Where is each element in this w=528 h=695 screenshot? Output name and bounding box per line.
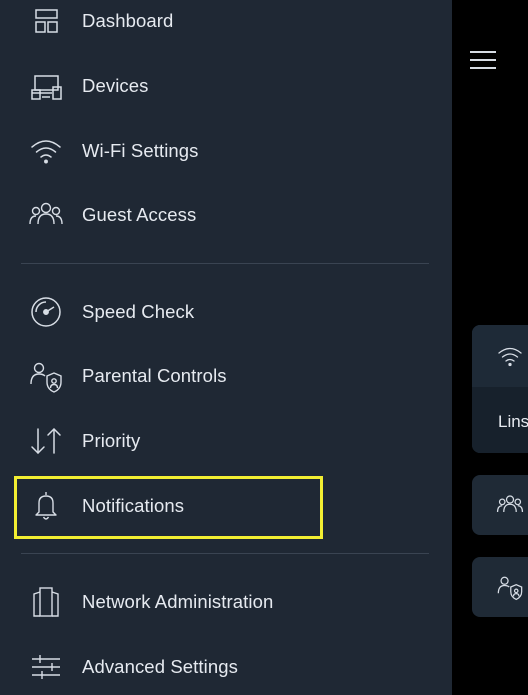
menu-item-network-administration[interactable]: Network Administration [0, 573, 452, 631]
devices-icon [28, 68, 64, 104]
guest-access-card[interactable] [472, 475, 528, 535]
sliders-icon [28, 649, 64, 685]
wifi-icon [28, 133, 64, 169]
menu-item-label: Parental Controls [82, 365, 227, 386]
parental-controls-card[interactable] [472, 557, 528, 617]
priority-icon [28, 423, 64, 459]
side-menu-drawer: Dashboard Devices Wi-Fi Settings Guest A… [0, 0, 452, 695]
menu-item-label: Priority [82, 430, 141, 451]
menu-item-label: Advanced Settings [82, 656, 238, 677]
parental-controls-icon [28, 358, 64, 394]
menu-item-label: Guest Access [82, 204, 197, 225]
menu-item-label: Dashboard [82, 10, 174, 31]
menu-item-wifi-settings[interactable]: Wi-Fi Settings [0, 122, 452, 180]
hamburger-menu-icon[interactable] [470, 51, 496, 69]
menu-item-priority[interactable]: Priority [0, 412, 452, 470]
menu-divider [21, 263, 429, 264]
menu-divider [21, 553, 429, 554]
wifi-network-name: Lins [498, 412, 528, 431]
speed-check-icon [28, 294, 64, 330]
menu-item-advanced-settings[interactable]: Advanced Settings [0, 638, 452, 695]
menu-item-label: Wi-Fi Settings [82, 140, 199, 161]
wifi-card[interactable]: Lins [472, 325, 528, 453]
network-admin-icon [28, 584, 64, 620]
menu-item-notifications[interactable]: Notifications [0, 477, 452, 535]
menu-item-speed-check[interactable]: Speed Check [0, 283, 452, 341]
menu-item-dashboard[interactable]: Dashboard [0, 0, 452, 50]
guest-access-icon [28, 197, 64, 233]
menu-item-parental-controls[interactable]: Parental Controls [0, 347, 452, 405]
guest-access-icon [496, 491, 524, 519]
menu-item-label: Notifications [82, 495, 185, 516]
menu-item-label: Devices [82, 75, 149, 96]
menu-item-label: Network Administration [82, 591, 274, 612]
dashboard-icon [28, 3, 64, 39]
menu-item-label: Speed Check [82, 301, 195, 322]
wifi-icon [496, 342, 524, 370]
menu-item-guest-access[interactable]: Guest Access [0, 186, 452, 244]
parental-controls-icon [496, 573, 524, 601]
menu-item-devices[interactable]: Devices [0, 57, 452, 115]
bell-icon [28, 488, 64, 524]
